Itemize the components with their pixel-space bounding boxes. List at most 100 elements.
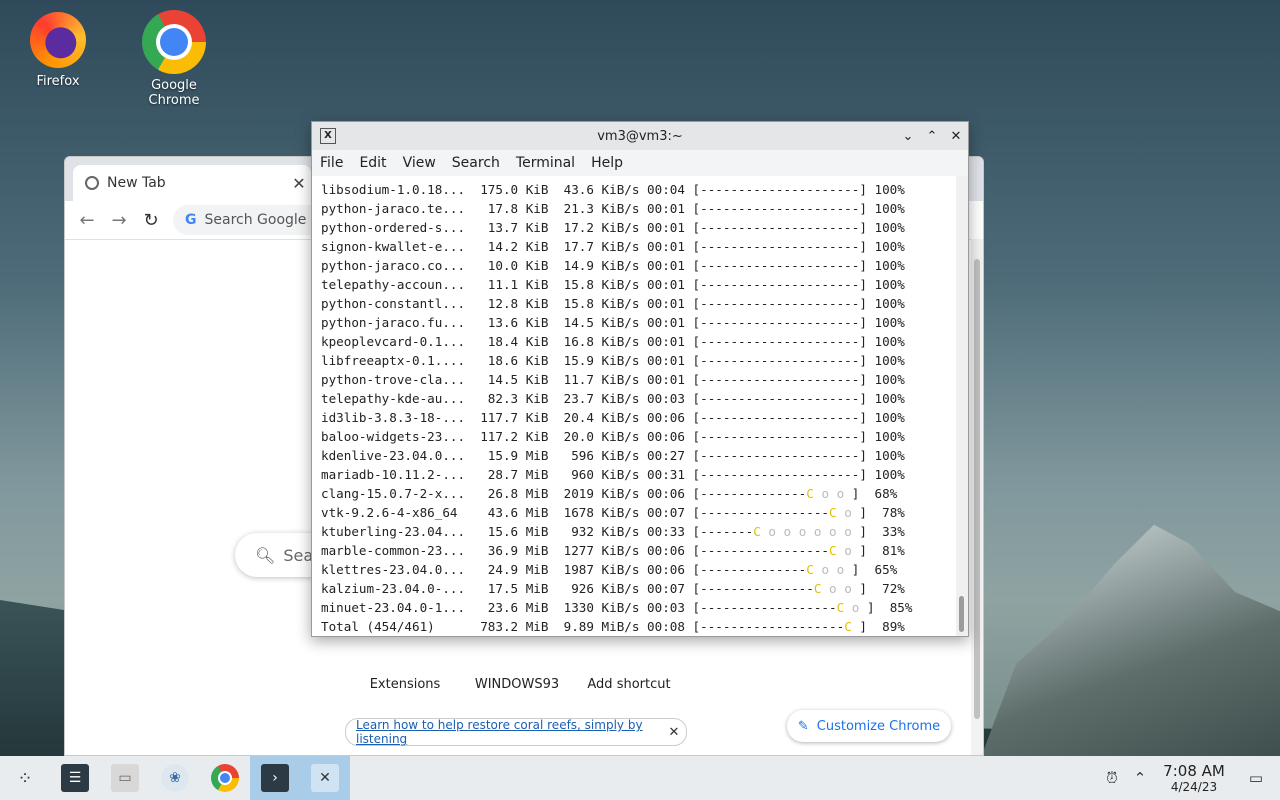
taskbar-chrome[interactable] (200, 756, 250, 800)
customize-chrome-label: Customize Chrome (816, 718, 941, 734)
back-arrow-icon[interactable]: ← (71, 210, 103, 231)
menu-terminal[interactable]: Terminal (508, 155, 583, 171)
terminal-title: vm3@vm3:~ (597, 128, 683, 144)
terminal-line: id3lib-3.8.3-18-... 117.7 KiB 20.4 KiB/s… (321, 410, 905, 425)
settings-icon: ☰ (61, 764, 89, 792)
progress-bar-text: [-------C o o o o o o ] (692, 524, 867, 539)
terminal-line: telepathy-kde-au... 82.3 KiB 23.7 KiB/s … (321, 391, 905, 406)
shortcut-label: Add shortcut (587, 677, 671, 692)
chrome-tab-new-tab[interactable]: New Tab ✕ (73, 165, 311, 201)
alarm-icon[interactable]: ⏰︎ (1098, 769, 1126, 787)
reload-icon[interactable]: ↻ (135, 210, 167, 231)
tab-close-icon[interactable]: ✕ (287, 174, 311, 193)
progress-bar-text: [-------------------C ] (692, 619, 867, 634)
terminal-line: python-constantl... 12.8 KiB 15.8 KiB/s … (321, 296, 905, 311)
progress-bar-text: [---------------------] (692, 220, 867, 235)
progress-bar-text: [---------------------] (692, 372, 867, 387)
progress-bar-text: [---------------------] (692, 201, 867, 216)
terminal-icon: › (261, 764, 289, 792)
shortcut-label: Extensions (369, 677, 441, 692)
shortcut-windows93[interactable]: WINDOWS93 (462, 677, 572, 692)
desktop-icon-google-chrome[interactable]: Google Chrome (124, 2, 224, 108)
show-desktop-icon[interactable]: ▭ (1242, 769, 1270, 787)
progress-bar-text: [---------------------] (692, 410, 867, 425)
terminal-line: python-jaraco.co... 10.0 KiB 14.9 KiB/s … (321, 258, 905, 273)
forward-arrow-icon[interactable]: → (103, 210, 135, 231)
omnibox-placeholder: Search Google or (204, 212, 326, 228)
terminal-line: kdenlive-23.04.0... 15.9 MiB 596 KiB/s 0… (321, 448, 905, 463)
clock-time: 7:08 AM (1163, 762, 1225, 780)
ntp-search-placeholder: Sea (283, 545, 314, 565)
taskbar-discover[interactable]: ❀ (150, 756, 200, 800)
terminal-line: python-ordered-s... 13.7 KiB 17.2 KiB/s … (321, 220, 905, 235)
launcher-icon: ⁘ (17, 767, 33, 789)
progress-bar-text: [---------------------] (692, 258, 867, 273)
coral-reef-promo: Learn how to help restore coral reefs, s… (345, 718, 687, 746)
chevron-up-icon[interactable]: ⌃ (1126, 769, 1154, 787)
terminal-line: kpeoplevcard-0.1... 18.4 KiB 16.8 KiB/s … (321, 334, 905, 349)
clock[interactable]: 7:08 AM 4/24/23 (1154, 762, 1234, 794)
progress-bar-text: [---------------------] (692, 315, 867, 330)
terminal-line: ktuberling-23.04... 15.6 MiB 932 KiB/s 0… (321, 524, 905, 539)
minimize-icon[interactable]: ⌄ (896, 129, 920, 144)
google-g-icon: G (185, 212, 197, 228)
taskbar: ⁘ ☰ ▭ ❀ › ✕ ⏰︎ ⌃ 7:08 AM 4/24/23 ▭ (0, 756, 1280, 800)
desktop-icon-label: Firefox (36, 74, 80, 89)
desktop-icon-firefox[interactable]: Firefox (8, 2, 108, 89)
menu-edit[interactable]: Edit (351, 155, 394, 171)
progress-bar-text: [---------------------] (692, 334, 867, 349)
progress-bar-text: [-----------------C o ] (692, 543, 867, 558)
terminal-line: libfreeaptx-0.1.... 18.6 KiB 15.9 KiB/s … (321, 353, 905, 368)
progress-bar-text: [-----------------C o ] (692, 505, 867, 520)
search-icon: 🔍︎ (255, 545, 276, 565)
terminal-line: Total (454/461) 783.2 MiB 9.89 MiB/s 00:… (321, 619, 905, 634)
terminal-line: python-trove-cla... 14.5 KiB 11.7 KiB/s … (321, 372, 905, 387)
customize-chrome-button[interactable]: ✎ Customize Chrome (787, 710, 951, 742)
app-launcher-button[interactable]: ⁘ (0, 756, 50, 800)
terminal-line: python-jaraco.te... 17.8 KiB 21.3 KiB/s … (321, 201, 905, 216)
discover-icon: ❀ (161, 764, 189, 792)
terminal-line: python-jaraco.fu... 13.6 KiB 14.5 KiB/s … (321, 315, 905, 330)
chrome-favicon-icon (85, 176, 99, 190)
system-tray: ⏰︎ ⌃ 7:08 AM 4/24/23 ▭ (1098, 762, 1280, 794)
shortcut-extensions[interactable]: Extensions (350, 677, 460, 692)
chrome-scrollbar[interactable] (971, 239, 983, 755)
wallpaper-mountain (980, 524, 1280, 760)
progress-bar-text: [--------------C o o ] (692, 562, 860, 577)
menu-search[interactable]: Search (444, 155, 508, 171)
terminal-line: baloo-widgets-23... 117.2 KiB 20.0 KiB/s… (321, 429, 905, 444)
terminal-title-bar[interactable]: X vm3@vm3:~ ⌄ ⌃ ✕ (312, 122, 968, 150)
pencil-icon: ✎ (797, 718, 809, 734)
scrollbar-thumb[interactable] (959, 596, 964, 632)
menu-help[interactable]: Help (583, 155, 631, 171)
taskbar-settings[interactable]: ☰ (50, 756, 100, 800)
menu-view[interactable]: View (395, 155, 444, 171)
terminal-line: minuet-23.04.0-1... 23.6 MiB 1330 KiB/s … (321, 600, 913, 615)
close-icon[interactable]: ✕ (662, 725, 686, 740)
tab-title: New Tab (107, 175, 166, 191)
coral-reef-link[interactable]: Learn how to help restore coral reefs, s… (346, 718, 662, 746)
terminal-scrollbar[interactable] (956, 176, 968, 636)
terminal-line: mariadb-10.11.2-... 28.7 MiB 960 KiB/s 0… (321, 467, 905, 482)
close-icon[interactable]: ✕ (944, 129, 968, 144)
taskbar-xterm[interactable]: ✕ (300, 756, 350, 800)
progress-bar-text: [---------------------] (692, 277, 867, 292)
shortcut-label: WINDOWS93 (474, 677, 560, 692)
file-icon: ▭ (111, 764, 139, 792)
taskbar-files[interactable]: ▭ (100, 756, 150, 800)
maximize-icon[interactable]: ⌃ (920, 129, 944, 144)
terminal-line: marble-common-23... 36.9 MiB 1277 KiB/s … (321, 543, 905, 558)
chrome-icon (142, 10, 206, 74)
terminal-line: kalzium-23.04.0-... 17.5 MiB 926 KiB/s 0… (321, 581, 905, 596)
terminal-output[interactable]: libsodium-1.0.18... 175.0 KiB 43.6 KiB/s… (312, 176, 956, 636)
xterm-icon: ✕ (311, 764, 339, 792)
shortcut-add[interactable]: Add shortcut (574, 677, 684, 692)
clock-date: 4/24/23 (1170, 780, 1218, 794)
progress-bar-text: [---------------------] (692, 467, 867, 482)
progress-bar-text: [---------------------] (692, 429, 867, 444)
scrollbar-thumb[interactable] (974, 259, 980, 719)
menu-file[interactable]: File (312, 155, 351, 171)
terminal-line: vtk-9.2.6-4-x86_64 43.6 MiB 1678 KiB/s 0… (321, 505, 905, 520)
taskbar-terminal[interactable]: › (250, 756, 300, 800)
progress-bar-text: [--------------C o o ] (692, 486, 860, 501)
